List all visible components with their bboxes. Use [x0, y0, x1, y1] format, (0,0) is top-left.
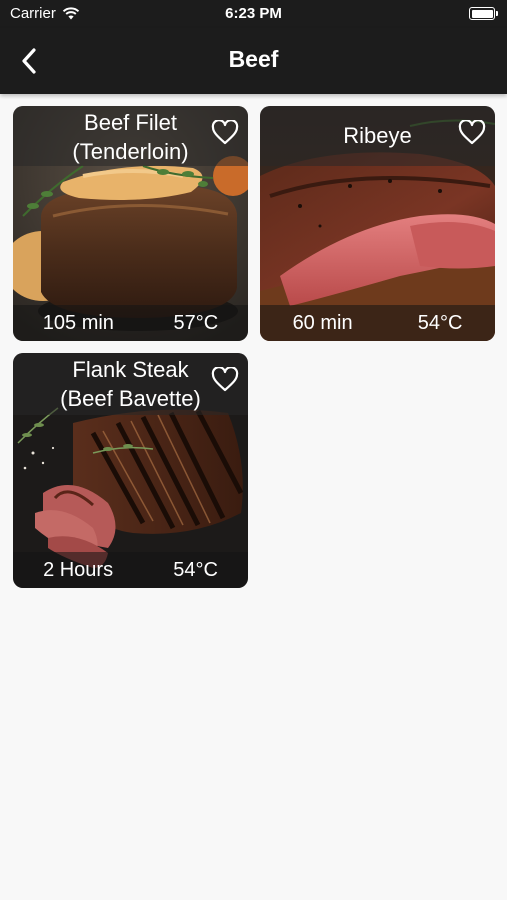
recipe-card-ribeye[interactable]: Ribeye 60 min 54°C — [260, 106, 495, 341]
recipe-info-bar: 60 min 54°C — [260, 305, 495, 341]
recipe-info-bar: 105 min 57°C — [13, 305, 248, 341]
cook-time: 105 min — [42, 311, 114, 334]
navigation-bar: Beef — [0, 28, 507, 94]
cook-temperature: 54°C — [417, 311, 463, 334]
cook-time: 60 min — [292, 311, 353, 334]
cook-temperature: 57°C — [173, 311, 219, 334]
cook-temperature: 54°C — [173, 558, 218, 581]
heart-outline-icon[interactable] — [211, 367, 239, 393]
heart-outline-icon[interactable] — [211, 120, 239, 146]
recipe-info-bar: 2 Hours 54°C — [13, 552, 248, 588]
cook-time: 2 Hours — [43, 558, 114, 581]
clock: 6:23 PM — [225, 5, 282, 22]
page-title: Beef — [228, 46, 279, 72]
recipe-card-flank-steak[interactable]: Flank Steak (Beef Bavette) 2 Hours 54°C — [13, 353, 248, 588]
battery-icon — [469, 7, 498, 20]
status-bar: Carrier 6:23 PM — [0, 0, 507, 28]
recipe-card-beef-filet[interactable]: Beef Filet (Tenderloin) 105 min 57°C — [13, 106, 248, 341]
heart-outline-icon[interactable] — [458, 120, 486, 146]
